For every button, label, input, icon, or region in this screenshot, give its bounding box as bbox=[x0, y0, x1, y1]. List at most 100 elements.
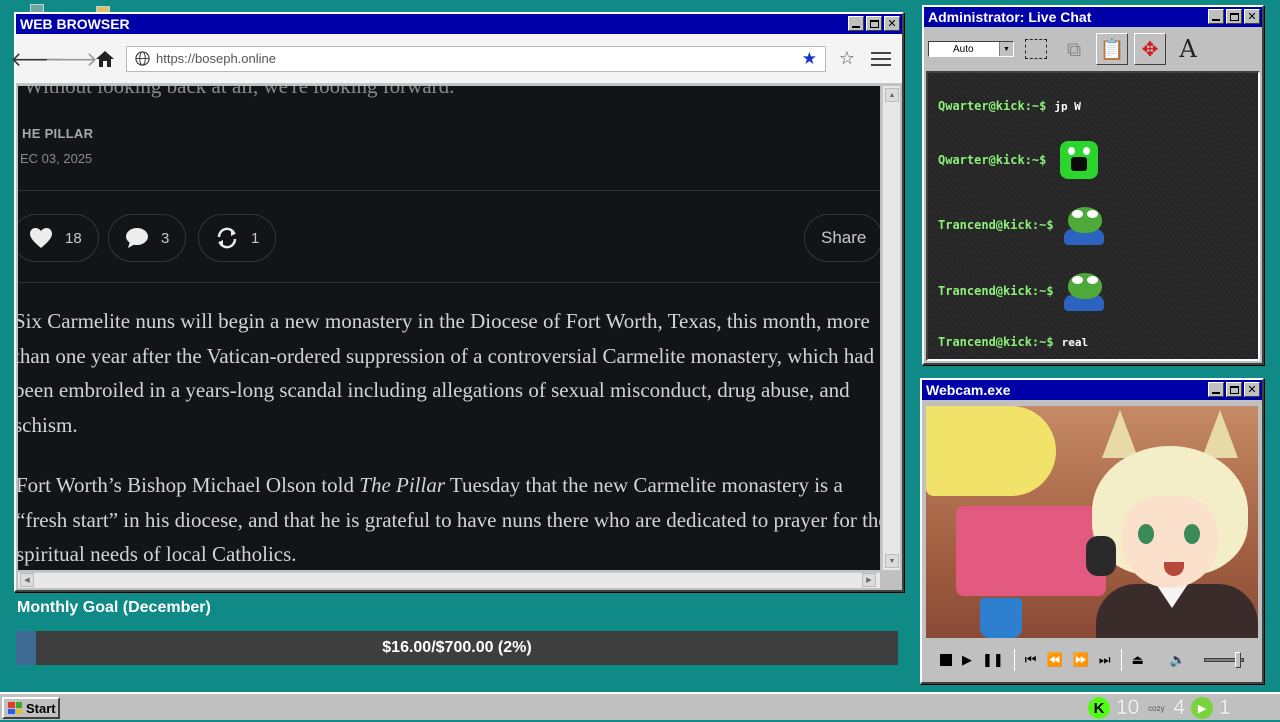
restack-count: 1 bbox=[251, 229, 260, 247]
font-button[interactable]: A bbox=[1172, 33, 1204, 65]
restack-button[interactable]: 1 bbox=[198, 214, 277, 262]
comment-count: 3 bbox=[161, 229, 170, 247]
webcam-video bbox=[926, 406, 1258, 638]
vertical-scrollbar[interactable]: ▲ ▼ bbox=[882, 86, 900, 570]
browser-titlebar[interactable]: WEB BROWSER ✕ bbox=[16, 14, 902, 34]
horizontal-scrollbar[interactable]: ◀ ▶ bbox=[18, 572, 880, 588]
chat-username[interactable]: Trancend@kick:~$ bbox=[938, 284, 1054, 298]
copy-icon: ⧉ bbox=[1066, 37, 1082, 61]
chat-message: Trancend@kick:~$ real bbox=[938, 335, 1088, 349]
favorites-button[interactable]: ☆ bbox=[834, 46, 860, 72]
share-button[interactable]: Share bbox=[804, 214, 880, 262]
play-icon[interactable]: ▶ bbox=[962, 653, 972, 668]
paste-button[interactable]: 📋 bbox=[1096, 33, 1128, 65]
article-faded-line: Without looking back at all, we're looki… bbox=[24, 86, 455, 98]
home-icon bbox=[96, 50, 114, 67]
chat-messages[interactable]: Qwarter@kick:~$ jp W Qwarter@kick:~$ Tra… bbox=[926, 71, 1260, 361]
chat-text: jp W bbox=[1054, 99, 1081, 113]
copy-button[interactable]: ⧉ bbox=[1058, 33, 1090, 65]
chat-username[interactable]: Trancend@kick:~$ bbox=[938, 335, 1054, 349]
globe-icon bbox=[135, 51, 150, 66]
url-bar[interactable]: https://boseph.online ★ bbox=[126, 45, 826, 72]
maximize-button[interactable] bbox=[1226, 9, 1242, 24]
play-logo-icon: ▶ bbox=[1191, 697, 1214, 719]
volume-knob[interactable] bbox=[1235, 652, 1241, 668]
webcam-titlebar[interactable]: Webcam.exe ✕ bbox=[922, 380, 1262, 400]
start-label: Start bbox=[26, 700, 56, 716]
minimize-button[interactable] bbox=[1208, 382, 1224, 397]
article-byline[interactable]: HE PILLAR bbox=[22, 126, 93, 141]
move-arrows-icon: ✥ bbox=[1141, 37, 1159, 61]
home-button[interactable] bbox=[92, 46, 118, 72]
font-icon: A bbox=[1179, 35, 1197, 63]
close-icon: ✕ bbox=[1247, 10, 1257, 23]
browser-navbar: 🡐 🡒 https://boseph.online ★ ☆ bbox=[10, 34, 902, 84]
arrow-right-icon: 🡒 bbox=[44, 46, 98, 71]
rewind-icon[interactable]: ⏪ bbox=[1047, 653, 1063, 668]
kick-logo-icon: K bbox=[1088, 697, 1110, 719]
browser-window: WEB BROWSER ✕ 🡐 🡒 https://boseph.online … bbox=[10, 12, 904, 592]
stop-icon[interactable] bbox=[940, 654, 952, 666]
chat-username[interactable]: Trancend@kick:~$ bbox=[938, 218, 1054, 232]
webcam-window: Webcam.exe ✕ ▶ ❚❚ ⏮ ⏪ ⏩ ⏭ ⏏ 🔈 bbox=[920, 378, 1264, 684]
page-content[interactable]: Without looking back at all, we're looki… bbox=[18, 86, 880, 570]
close-button[interactable]: ✕ bbox=[1244, 382, 1260, 397]
close-button[interactable]: ✕ bbox=[884, 16, 900, 31]
media-controls: ▶ ❚❚ ⏮ ⏪ ⏩ ⏭ ⏏ 🔈 bbox=[926, 642, 1258, 678]
chat-titlebar[interactable]: Administrator: Live Chat ✕ bbox=[924, 7, 1262, 27]
like-count: 18 bbox=[65, 229, 82, 247]
eject-icon[interactable]: ⏏ bbox=[1132, 653, 1144, 668]
start-button[interactable]: Start bbox=[2, 697, 60, 719]
goal-amount: $16.00/$700.00 (2%) bbox=[382, 639, 532, 656]
skip-back-icon[interactable]: ⏮ bbox=[1025, 653, 1037, 668]
pause-icon[interactable]: ❚❚ bbox=[982, 653, 1004, 668]
comment-icon bbox=[126, 228, 148, 248]
select-tool-button[interactable] bbox=[1020, 33, 1052, 65]
minimize-button[interactable] bbox=[848, 16, 864, 31]
move-button[interactable]: ✥ bbox=[1134, 33, 1166, 65]
browser-title: WEB BROWSER bbox=[20, 16, 130, 32]
goal-label: Monthly Goal (December) bbox=[17, 599, 211, 616]
hamburger-icon bbox=[871, 51, 891, 66]
star-outline-icon: ☆ bbox=[838, 48, 856, 69]
comment-button[interactable]: 3 bbox=[108, 214, 187, 262]
url-text[interactable]: https://boseph.online bbox=[156, 51, 796, 66]
chat-title: Administrator: Live Chat bbox=[928, 9, 1092, 25]
chat-username[interactable]: Qwarter@kick:~$ bbox=[938, 99, 1046, 113]
forward-button[interactable]: 🡒 bbox=[44, 46, 98, 72]
close-icon: ✕ bbox=[1247, 383, 1257, 396]
pepe-frog-emote bbox=[1062, 205, 1106, 245]
volume-icon[interactable]: 🔈 bbox=[1170, 653, 1186, 668]
dashed-select-icon bbox=[1025, 39, 1047, 59]
bookmark-star-icon[interactable]: ★ bbox=[802, 49, 817, 69]
font-size-value: Auto bbox=[953, 43, 974, 55]
fast-forward-icon[interactable]: ⏩ bbox=[1073, 653, 1089, 668]
scroll-right-arrow[interactable]: ▶ bbox=[862, 573, 876, 587]
live-chat-window: Administrator: Live Chat ✕ Auto ▼ ⧉ 📋 ✥ … bbox=[922, 5, 1264, 365]
article-date: EC 03, 2025 bbox=[20, 151, 93, 166]
share-label: Share bbox=[821, 228, 867, 247]
scroll-up-arrow[interactable]: ▲ bbox=[885, 88, 899, 102]
maximize-button[interactable] bbox=[866, 16, 882, 31]
chat-message: Trancend@kick:~$ bbox=[938, 271, 1106, 311]
close-icon: ✕ bbox=[887, 17, 897, 30]
menu-button[interactable] bbox=[868, 46, 894, 72]
chat-username[interactable]: Qwarter@kick:~$ bbox=[938, 153, 1046, 167]
clipboard-icon: 📋 bbox=[1099, 37, 1125, 61]
windows-logo-icon bbox=[8, 702, 22, 714]
restack-icon bbox=[217, 227, 237, 249]
divider bbox=[18, 190, 880, 191]
chat-message: Trancend@kick:~$ bbox=[938, 205, 1106, 245]
chat-message: Qwarter@kick:~$ bbox=[938, 141, 1099, 179]
scroll-down-arrow[interactable]: ▼ bbox=[885, 554, 899, 568]
minimize-button[interactable] bbox=[1208, 9, 1224, 24]
skip-forward-icon[interactable]: ⏭ bbox=[1099, 653, 1111, 668]
like-button[interactable]: 18 bbox=[18, 214, 99, 262]
goal-progress-bar: $16.00/$700.00 (2%) bbox=[16, 631, 898, 665]
divider bbox=[18, 282, 880, 283]
close-button[interactable]: ✕ bbox=[1244, 9, 1260, 24]
maximize-button[interactable] bbox=[1226, 382, 1242, 397]
volume-slider[interactable] bbox=[1204, 652, 1244, 668]
font-size-select[interactable]: Auto ▼ bbox=[928, 41, 1014, 57]
scroll-left-arrow[interactable]: ◀ bbox=[20, 573, 34, 587]
